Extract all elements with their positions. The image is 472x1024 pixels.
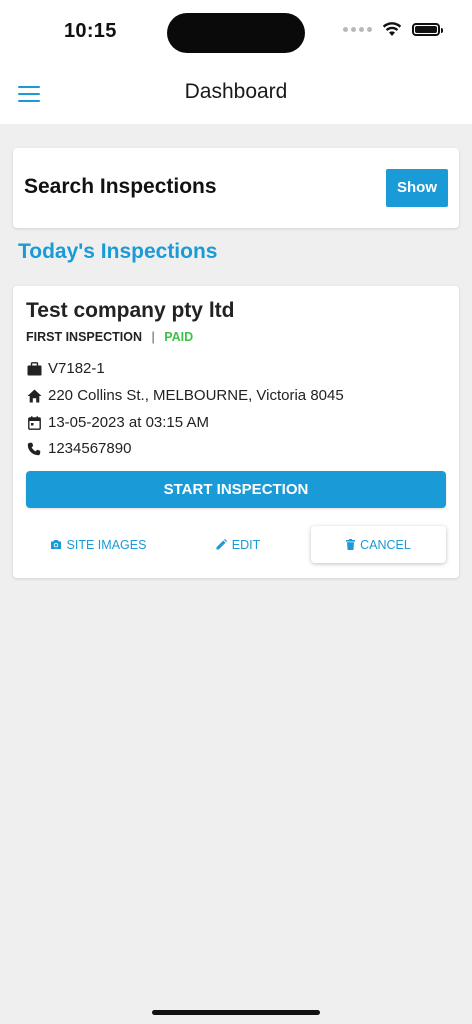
address-row: 220 Collins St., MELBOURNE, Victoria 804…	[26, 387, 344, 404]
pencil-icon	[216, 539, 227, 550]
cancel-button[interactable]: CANCEL	[311, 526, 446, 563]
search-inspections-card: Search Inspections Show	[13, 148, 459, 228]
phone-number[interactable]: 1234567890	[48, 440, 131, 457]
edit-button[interactable]: EDIT	[193, 526, 283, 563]
trash-icon	[346, 539, 356, 550]
home-indicator[interactable]	[152, 1010, 320, 1015]
payment-status-badge: PAID	[164, 330, 194, 344]
todays-inspections-heading: Today's Inspections	[18, 240, 218, 263]
calendar-icon	[26, 415, 42, 431]
cancel-label: CANCEL	[360, 537, 411, 552]
company-name: Test company pty ltd	[26, 299, 235, 322]
datetime-row: 13-05-2023 at 03:15 AM	[26, 414, 209, 431]
reference-row: V7182-1	[26, 360, 105, 377]
signal-icon	[343, 27, 372, 32]
inspection-type: FIRST INSPECTION	[26, 330, 142, 344]
battery-icon	[412, 23, 443, 36]
phone-row: 1234567890	[26, 440, 131, 457]
edit-label: EDIT	[231, 537, 261, 552]
tag-separator: |	[151, 330, 155, 344]
camera-icon	[50, 540, 61, 549]
search-inspections-title: Search Inspections	[24, 175, 217, 198]
status-bar: 10:15	[0, 0, 472, 62]
phone-icon	[26, 441, 42, 457]
site-images-label: SITE IMAGES	[66, 537, 147, 552]
show-search-button[interactable]: Show	[386, 169, 448, 207]
start-inspection-button[interactable]: START INSPECTION	[26, 471, 446, 508]
reference-number: V7182-1	[48, 360, 105, 377]
inspection-datetime: 13-05-2023 at 03:15 AM	[48, 414, 209, 431]
status-icons	[343, 22, 443, 37]
address-text: 220 Collins St., MELBOURNE, Victoria 804…	[48, 387, 344, 404]
status-time: 10:15	[64, 20, 117, 42]
app-bar: Dashboard	[0, 62, 472, 124]
dynamic-island	[167, 13, 305, 53]
inspection-card: Test company pty ltd FIRST INSPECTION | …	[13, 286, 459, 578]
wifi-icon	[382, 22, 402, 36]
page-title: Dashboard	[184, 80, 288, 103]
site-images-button[interactable]: SITE IMAGES	[33, 526, 163, 563]
briefcase-icon	[26, 361, 42, 377]
home-icon	[26, 388, 42, 404]
inspection-tags: FIRST INSPECTION | PAID	[26, 330, 193, 344]
